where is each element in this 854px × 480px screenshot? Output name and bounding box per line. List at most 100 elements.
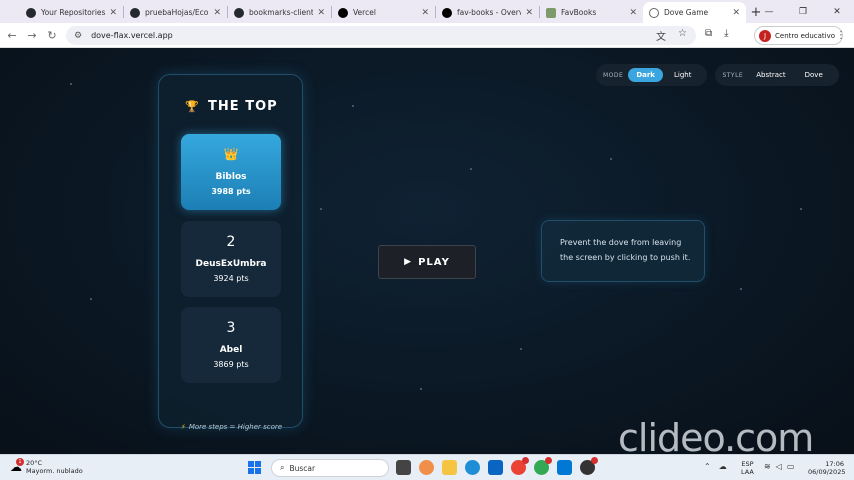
browser-tab-active[interactable]: Dove Game ✕ (643, 2, 746, 23)
edge-icon[interactable] (465, 460, 480, 475)
browser-tab[interactable]: bookmarks-cliente/ ✕ (228, 2, 331, 23)
tab-title: Dove Game (664, 8, 709, 17)
onedrive-icon[interactable]: ☁ (719, 462, 727, 471)
play-button[interactable]: ▶ PLAY (378, 245, 476, 279)
browser-tab[interactable]: pruebaHojas/Eco at ✕ (124, 2, 227, 23)
rank-number: 3 (226, 320, 236, 336)
style-toggle-group: STYLE Abstract Dove (715, 64, 839, 86)
avatar: J (759, 29, 771, 42)
restore-icon[interactable]: ❐ (786, 0, 820, 23)
player-name: Biblos (215, 172, 247, 182)
file-explorer-icon[interactable] (442, 460, 457, 475)
hint-text: More steps = Higher score (188, 423, 283, 431)
background-star (420, 388, 422, 390)
notification-badge: 1 (16, 458, 24, 466)
bookmark-star-icon[interactable]: ☆ (678, 28, 687, 43)
tab-title: fav-books - Overvie (457, 8, 522, 17)
vercel-icon (338, 7, 348, 18)
reload-icon[interactable]: ↻ (42, 29, 62, 42)
tab-title: bookmarks-cliente/ (249, 8, 314, 17)
system-status[interactable]: ≋ ◁ ▭ (764, 462, 794, 471)
tab-search-button[interactable] (0, 2, 20, 23)
github-icon (130, 7, 140, 18)
browser-tab[interactable]: fav-books - Overvie ✕ (436, 2, 539, 23)
style-dove-button[interactable]: Dove (797, 68, 831, 82)
url-field[interactable]: ⚙ dove-flax.vercel.app (66, 26, 696, 45)
outlook-icon[interactable] (488, 460, 503, 475)
wifi-icon: ≋ (764, 462, 771, 471)
leaderboard-panel: 🏆 THE TOP 👑 Biblos 3988 pts 2 DeusExUmbra… (158, 74, 304, 431)
language-indicator[interactable]: ESP LAA (741, 460, 754, 476)
vercel-icon (442, 7, 452, 18)
chevron-up-icon[interactable]: ⌃ (704, 462, 711, 471)
github-icon (234, 7, 244, 18)
lightning-icon: ⚡ (180, 423, 186, 431)
url-text: dove-flax.vercel.app (91, 31, 173, 40)
chrome-icon[interactable] (511, 457, 529, 475)
close-icon[interactable]: ✕ (732, 8, 740, 18)
browser-tab-bar: Your Repositories ✕ pruebaHojas/Eco at ✕… (0, 0, 854, 23)
back-icon[interactable]: ← (2, 29, 22, 42)
system-tray: ⌃ ☁ (704, 462, 727, 471)
close-icon[interactable]: ✕ (421, 8, 429, 18)
more-menu-icon[interactable]: ⋮ (836, 30, 846, 41)
close-icon[interactable]: ✕ (317, 8, 325, 18)
chrome-profile-icon[interactable] (534, 457, 552, 475)
player-score: 3988 pts (211, 187, 251, 196)
minimize-icon[interactable]: — (752, 0, 786, 23)
player-name: DeusExUmbra (195, 259, 267, 269)
clock[interactable]: 17:06 06/09/2025 (808, 460, 845, 476)
leaderboard-entry: 2 DeusExUmbra 3924 pts (181, 221, 281, 297)
background-star (70, 83, 72, 85)
mode-label: MODE (603, 71, 624, 79)
globe-icon (649, 7, 659, 18)
instructions-text: Prevent the dove from leaving the screen… (560, 238, 691, 262)
player-score: 3869 pts (213, 360, 249, 369)
translate-icon[interactable]: 文 (656, 28, 666, 43)
weather-icon: ☁ 1 (10, 458, 24, 474)
tab-title: Your Repositories (41, 8, 106, 17)
task-view-icon[interactable] (396, 460, 411, 475)
profile-button[interactable]: J Centro educativo (754, 26, 844, 45)
address-actions: 文 ☆ ⧉ ⤓ (656, 28, 729, 43)
app-icon[interactable] (580, 457, 598, 475)
start-button[interactable] (248, 461, 261, 474)
favbooks-icon (546, 7, 556, 18)
extensions-icon[interactable]: ⧉ (705, 28, 712, 43)
trophy-icon: 🏆 (185, 100, 201, 113)
mode-light-button[interactable]: Light (666, 68, 699, 82)
site-settings-icon[interactable]: ⚙ (74, 31, 82, 41)
browser-tab[interactable]: Your Repositories ✕ (20, 2, 123, 23)
forward-icon[interactable]: → (22, 29, 42, 42)
temperature: 20°C (26, 459, 43, 467)
game-page[interactable]: 🏆 THE TOP 👑 Biblos 3988 pts 2 DeusExUmbra… (0, 48, 854, 454)
battery-icon: ▭ (786, 462, 795, 471)
style-abstract-button[interactable]: Abstract (748, 68, 793, 82)
taskbar: ☁ 1 20°C Mayorm. nublado ⌕ Buscar ⌃ ☁ ESP… (0, 454, 854, 480)
rank-number: 2 (226, 234, 236, 250)
mode-dark-button[interactable]: Dark (628, 68, 663, 82)
background-star (740, 288, 742, 290)
tab-title: pruebaHojas/Eco at (145, 8, 209, 17)
github-icon (26, 7, 36, 18)
download-icon[interactable]: ⤓ (724, 28, 728, 43)
browser-tab[interactable]: FavBooks ✕ (540, 2, 643, 23)
browser-tab[interactable]: Vercel ✕ (332, 2, 435, 23)
close-icon[interactable]: ✕ (109, 8, 117, 18)
leaderboard-entry: 👑 Biblos 3988 pts (181, 134, 281, 210)
close-icon[interactable]: ✕ (629, 8, 637, 18)
copilot-icon[interactable] (419, 460, 434, 475)
leaderboard-title-text: THE TOP (208, 99, 278, 114)
profile-label: Centro educativo (775, 31, 836, 40)
weather-widget[interactable]: ☁ 1 20°C Mayorm. nublado (10, 458, 83, 475)
leaderboard-hint: ⚡ More steps = Higher score (159, 423, 304, 431)
close-icon[interactable]: ✕ (213, 8, 221, 18)
play-label: PLAY (418, 256, 450, 268)
close-icon[interactable]: ✕ (525, 8, 533, 18)
taskbar-apps (396, 457, 598, 475)
taskbar-search[interactable]: ⌕ Buscar (271, 459, 389, 477)
background-star (470, 168, 472, 170)
close-window-icon[interactable]: ✕ (820, 0, 854, 23)
background-star (320, 208, 322, 210)
vscode-icon[interactable] (557, 460, 572, 475)
